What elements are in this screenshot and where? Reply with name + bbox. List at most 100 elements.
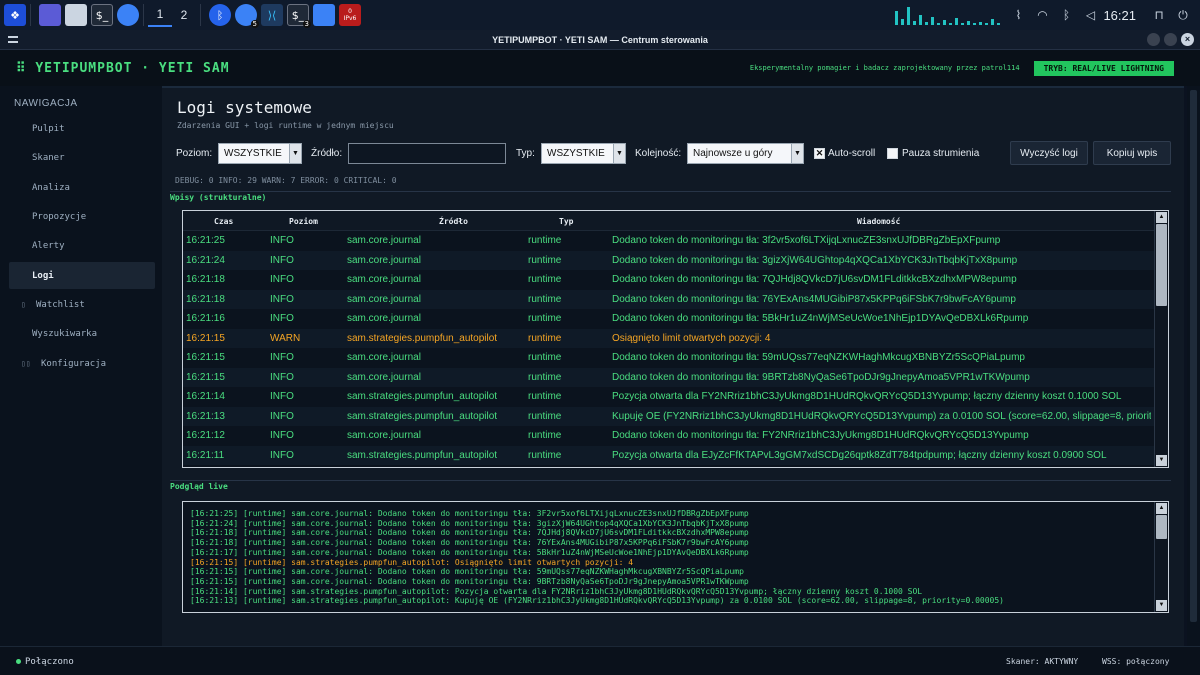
cell-message: Dodano token do monitoringu tła: FY2NRri… (612, 430, 1029, 441)
live-log-view[interactable]: [16:21:25] [runtime] sam.core.journal: D… (182, 501, 1169, 613)
scroll-down-icon[interactable]: ▼ (1156, 455, 1167, 466)
live-line: [16:21:15] [runtime] sam.strategies.pump… (190, 557, 634, 567)
steam-icon[interactable]: 5 (235, 4, 259, 28)
network-monitor-icon[interactable]: 0 IPv6 (339, 4, 361, 26)
column-header-time[interactable]: Czas (214, 217, 233, 226)
workspace-1[interactable]: 1 (148, 3, 172, 27)
browser-icon[interactable] (117, 4, 139, 26)
order-select[interactable]: Najnowsze u góry ▼ (687, 143, 804, 164)
cell-source: sam.core.journal (347, 274, 421, 285)
page-scrollbar[interactable] (1187, 86, 1200, 646)
volume-icon[interactable]: ◁ (1081, 6, 1099, 24)
power-icon[interactable]: ⏻ (1174, 6, 1192, 24)
sidebar-item-propozycje[interactable]: Propozycje (9, 203, 155, 230)
cpu-graph (893, 3, 1003, 27)
table-row[interactable]: 16:21:13 INFO sam.strategies.pumpfun_autop… (183, 406, 1154, 426)
copy-entry-button[interactable]: Kopiuj wpis (1093, 141, 1171, 165)
cell-level: INFO (270, 391, 294, 402)
mode-badge: TRYB: REAL/LIVE LIGHTNING (1033, 60, 1174, 76)
cell-time: 16:21:16 (186, 313, 225, 324)
network-badge-bottom: IPv6 (343, 15, 357, 22)
column-header-source[interactable]: Źródło (439, 217, 468, 226)
cell-source: sam.core.journal (347, 235, 421, 246)
bluetooth-app-icon[interactable]: ᛒ (209, 4, 231, 26)
scroll-up-icon[interactable]: ▲ (1156, 503, 1167, 514)
desktop-icon[interactable] (39, 4, 61, 26)
lock-icon[interactable]: ⊓ (1150, 6, 1168, 24)
sidebar-item-logi[interactable]: Logi (9, 262, 155, 289)
cell-message: Pozycja otwarta dla FY2NRriz1bhC3JyUkmg8… (612, 391, 1122, 402)
scroll-down-icon[interactable]: ▼ (1156, 600, 1167, 611)
column-header-level[interactable]: Poziom (289, 217, 318, 226)
table-row[interactable]: 16:21:15 INFO sam.core.journal runtime Dodan… (183, 348, 1154, 368)
sidebar-item-watchlist[interactable]: ▯ Watchlist (9, 291, 155, 318)
taskbar-separator (143, 4, 144, 26)
steam-badge: 5 (250, 20, 259, 28)
source-filter-input[interactable] (348, 143, 506, 164)
sidebar-item-label: Konfiguracja (41, 358, 107, 369)
window-menu-icon[interactable] (8, 36, 18, 43)
pause-label: Pauza strumienia (902, 148, 980, 159)
table-row[interactable]: 16:21:15 WARN sam.strategies.pumpfun_autop… (183, 328, 1154, 348)
sidebar-item-label: Skaner (32, 152, 65, 163)
live-scrollbar[interactable]: ▲ ▼ (1154, 502, 1168, 612)
workspace-2[interactable]: 2 (172, 3, 196, 27)
terminal-icon[interactable]: $_ (91, 4, 113, 26)
scroll-thumb[interactable] (1156, 224, 1167, 306)
table-row[interactable]: 16:21:24 INFO sam.core.journal runtime Dodan… (183, 250, 1154, 270)
order-value: Najnowsze u góry (693, 148, 773, 159)
table-row[interactable]: 16:21:16 INFO sam.core.journal runtime Dodan… (183, 309, 1154, 329)
maximize-button[interactable] (1164, 33, 1177, 46)
folder-icon[interactable] (313, 4, 335, 26)
column-header-message[interactable]: Wiadomość (857, 217, 900, 226)
minimize-button[interactable] (1147, 33, 1160, 46)
table-scrollbar[interactable]: ▲ ▼ (1154, 211, 1168, 467)
cell-time: 16:21:12 (186, 430, 225, 441)
pause-checkbox[interactable] (887, 148, 898, 159)
table-row[interactable]: 16:21:18 INFO sam.core.journal runtime Dodan… (183, 289, 1154, 309)
clear-logs-button[interactable]: Wyczyść logi (1010, 141, 1088, 165)
app-header: ⠿ YETIPUMPBOT · YETI SAM Eksperymentalny… (0, 50, 1200, 86)
cell-type: runtime (528, 430, 562, 441)
live-line: [16:21:17] [runtime] sam.core.journal: D… (190, 547, 749, 557)
file-manager-icon[interactable] (65, 4, 87, 26)
scroll-up-icon[interactable]: ▲ (1156, 212, 1167, 223)
nav-title: NAWIGACJA (14, 98, 78, 109)
table-row[interactable]: 16:21:18 INFO sam.core.journal runtime Dodan… (183, 270, 1154, 290)
cell-message: Dodano token do monitoringu tła: 3f2vr5x… (612, 235, 1001, 246)
level-filter-select[interactable]: WSZYSTKIE ▼ (218, 143, 302, 164)
sidebar-item-analiza[interactable]: Analiza (9, 174, 155, 201)
table-row[interactable]: 16:21:25 INFO sam.core.journal runtime Dodan… (183, 231, 1154, 251)
cell-time: 16:21:15 (186, 371, 225, 383)
table-row[interactable]: 16:21:11 INFO sam.strategies.pumpfun_autop… (183, 445, 1154, 465)
wifi-icon[interactable]: ◠ (1033, 6, 1051, 24)
terminal-group-icon[interactable]: $_ 3 (287, 4, 311, 28)
kali-menu-icon[interactable]: ❖ (4, 4, 26, 26)
vscode-icon[interactable]: ⟩⟨ (261, 4, 283, 26)
cell-message: Dodano token do monitoringu tła: 9BRTzb8… (612, 371, 1030, 383)
table-row[interactable]: 16:21:14 INFO sam.strategies.pumpfun_autop… (183, 387, 1154, 407)
cell-source: sam.core.journal (347, 313, 421, 324)
table-row[interactable]: 16:21:12 INFO sam.core.journal runtime Dodan… (183, 426, 1154, 446)
clock[interactable]: 16:21 (1103, 8, 1136, 23)
column-header-type[interactable]: Typ (559, 217, 573, 226)
cell-source: sam.strategies.pumpfun_autopilot (347, 449, 498, 461)
cell-type: runtime (528, 293, 562, 305)
table-row[interactable]: 16:21:15 INFO sam.core.journal runtime Dodan… (183, 367, 1154, 387)
sidebar-item-konfiguracja[interactable]: ▯▯ Konfiguracja (9, 350, 155, 377)
sidebar-item-skaner[interactable]: Skaner (9, 144, 155, 171)
log-table[interactable]: Czas Poziom Źródło Typ Wiadomość 16:21:2… (182, 210, 1169, 468)
close-button[interactable]: × (1181, 33, 1194, 46)
autoscroll-checkbox[interactable]: ✕ (814, 148, 825, 159)
sidebar-item-wyszukiwarka[interactable]: Wyszukiwarka (9, 320, 155, 347)
scroll-thumb[interactable] (1156, 515, 1167, 539)
watchlist-icon: ▯ (21, 300, 26, 309)
bluetooth-icon[interactable]: ᛒ (1057, 6, 1075, 24)
paperclip-icon[interactable]: ⌇ (1009, 6, 1027, 24)
cell-message: Pozycja otwarta dla EJyZcFfKTAPvL3gGM7xd… (612, 449, 1107, 461)
type-filter-select[interactable]: WSZYSTKIE ▼ (541, 143, 626, 164)
cell-source: sam.core.journal (347, 371, 421, 383)
sidebar-item-pulpit[interactable]: Pulpit (9, 115, 155, 142)
cell-source: sam.core.journal (347, 254, 421, 266)
sidebar-item-alerty[interactable]: Alerty (9, 232, 155, 259)
